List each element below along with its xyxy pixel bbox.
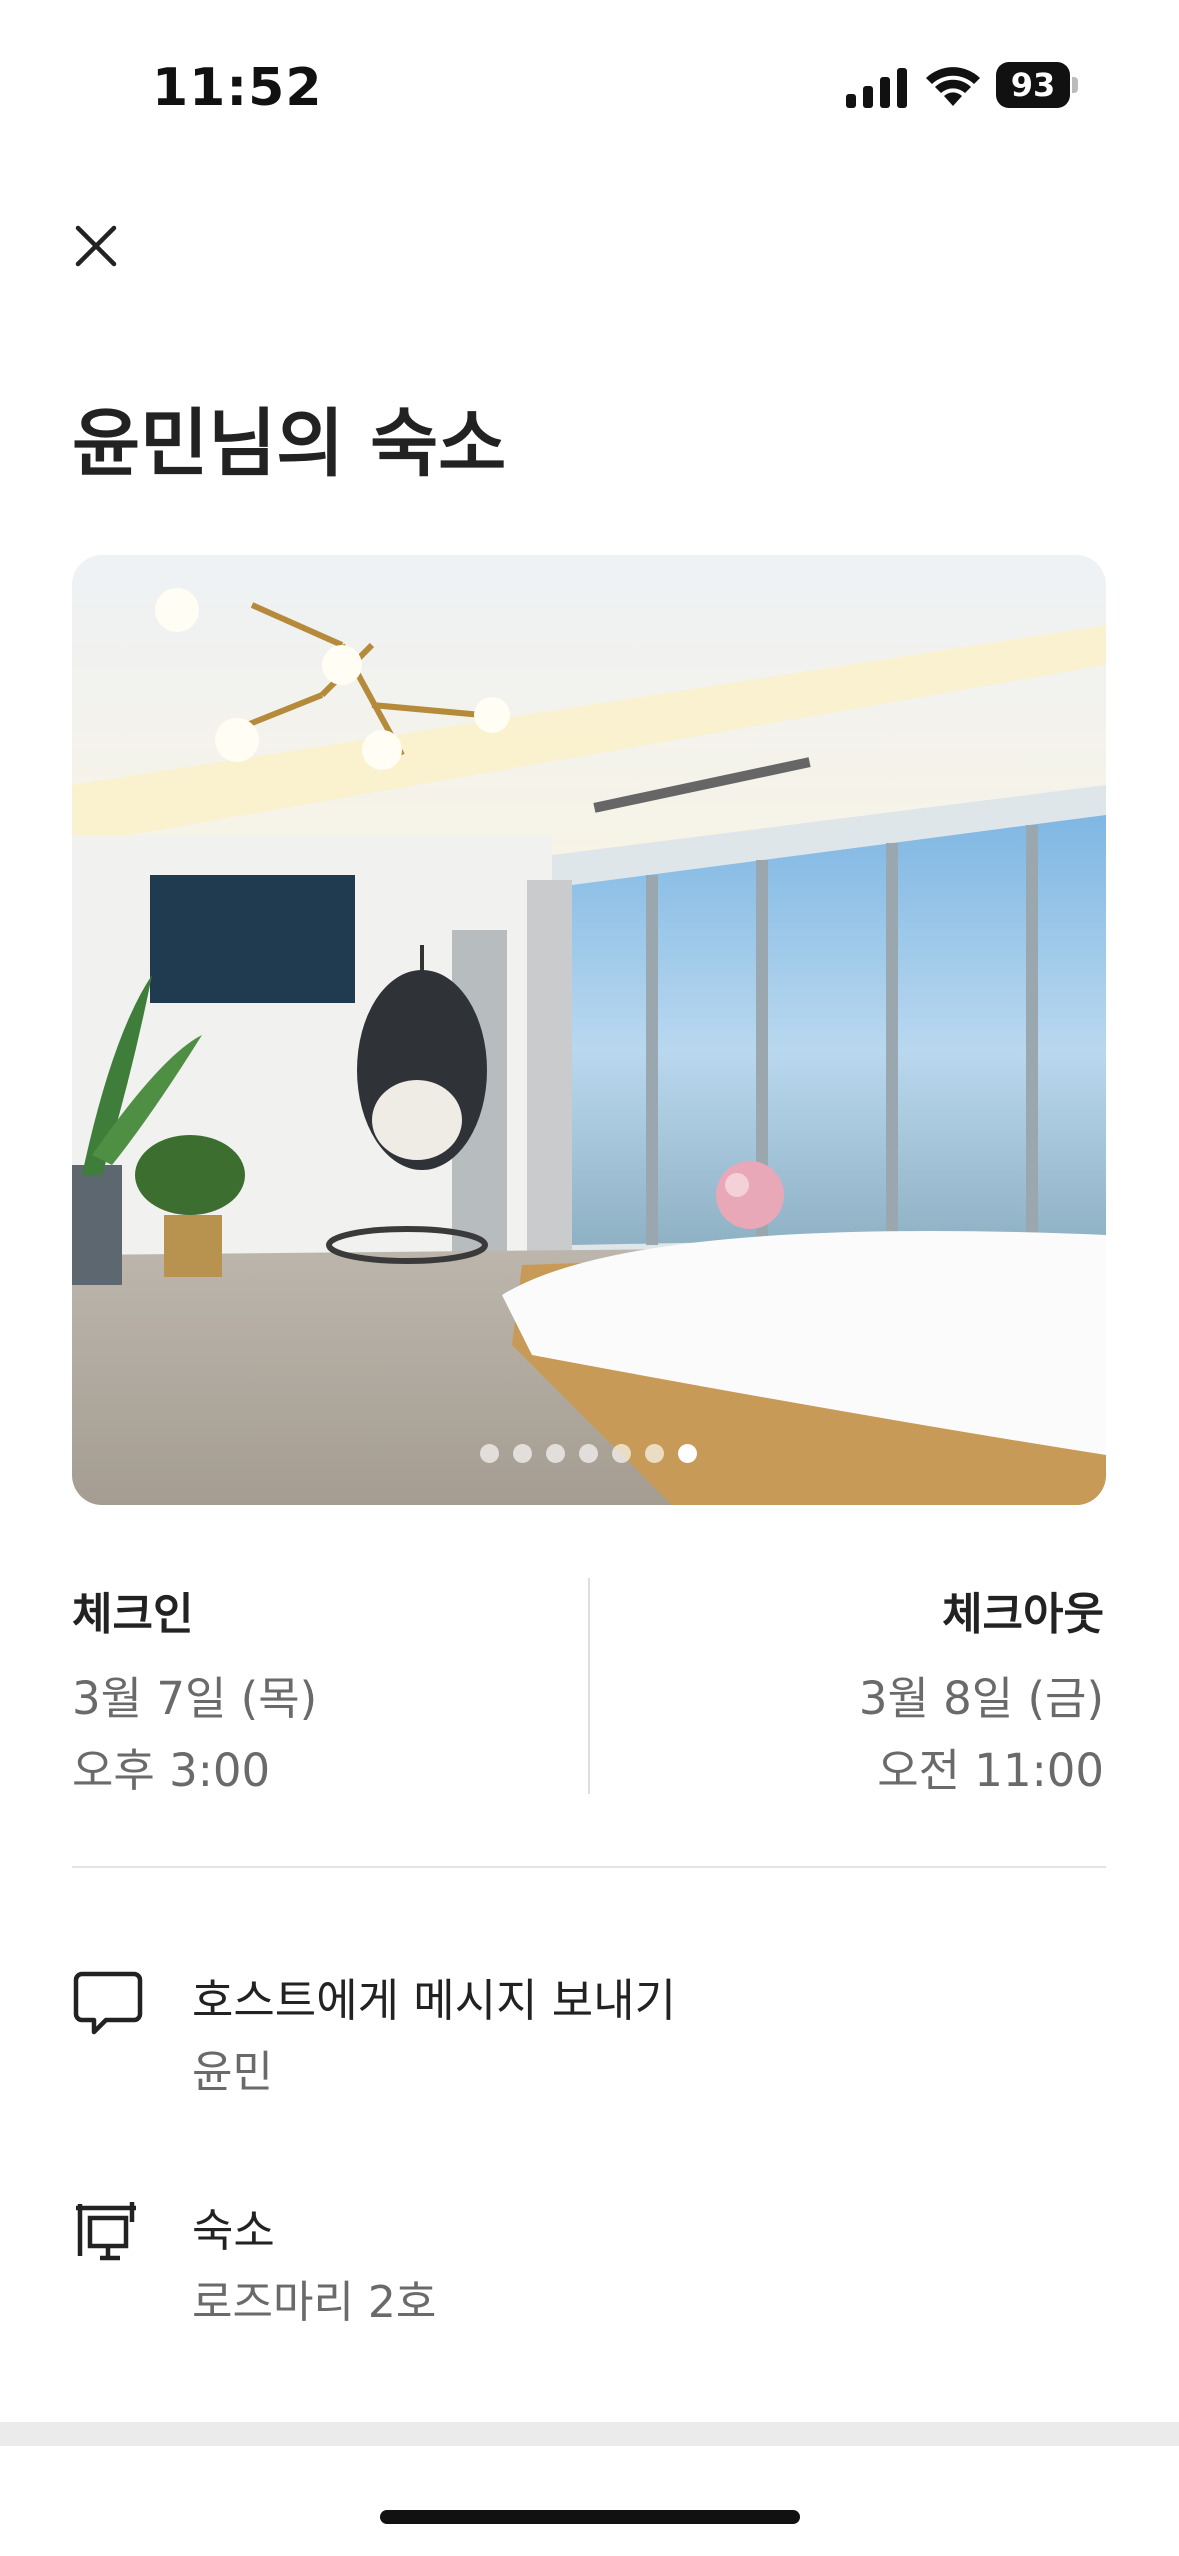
pagination-dot	[579, 1444, 598, 1463]
checkin-date: 3월 7일 (목)	[72, 1672, 318, 1725]
checkout-time: 오전 11:00	[877, 1744, 1104, 1797]
close-icon[interactable]	[66, 216, 126, 276]
pagination-dot-active	[678, 1444, 697, 1463]
house-icon	[76, 2202, 136, 2261]
checkout-label: 체크아웃	[942, 1589, 1104, 1640]
section-divider	[72, 1866, 1106, 1868]
photo-pagination	[480, 1444, 697, 1464]
checkout-date: 3월 8일 (금)	[858, 1672, 1104, 1725]
pagination-dot	[480, 1444, 499, 1463]
pagination-dot	[513, 1444, 532, 1463]
message-icon	[73, 1971, 143, 2035]
battery-level: 93	[1010, 66, 1056, 104]
message-host-title: 호스트에게 메시지 보내기	[192, 1974, 677, 2027]
listing-row[interactable]: 숙소 로즈마리 2호	[0, 2170, 1179, 2330]
page-title: 윤민님의 숙소	[72, 401, 507, 487]
message-host-row[interactable]: 호스트에게 메시지 보내기 윤민	[0, 1940, 1179, 2100]
battery-icon: 93	[996, 62, 1078, 108]
cellular-signal-icon	[846, 68, 907, 108]
wifi-icon	[926, 67, 980, 106]
checkin-label: 체크인	[72, 1589, 194, 1640]
listing-photo[interactable]	[72, 555, 1106, 1505]
status-time: 11:52	[152, 58, 323, 118]
pagination-dot	[546, 1444, 565, 1463]
listing-row-title: 숙소	[192, 2204, 275, 2257]
room-photo-illustration	[72, 555, 1106, 1505]
listing-name: 로즈마리 2호	[192, 2277, 437, 2328]
pagination-dot	[612, 1444, 631, 1463]
bottom-section-band	[0, 2422, 1179, 2446]
home-indicator[interactable]	[380, 2510, 800, 2524]
checkin-checkout-divider	[588, 1578, 590, 1794]
checkin-time: 오후 3:00	[72, 1744, 271, 1797]
host-name: 윤민	[192, 2047, 273, 2098]
pagination-dot	[645, 1444, 664, 1463]
